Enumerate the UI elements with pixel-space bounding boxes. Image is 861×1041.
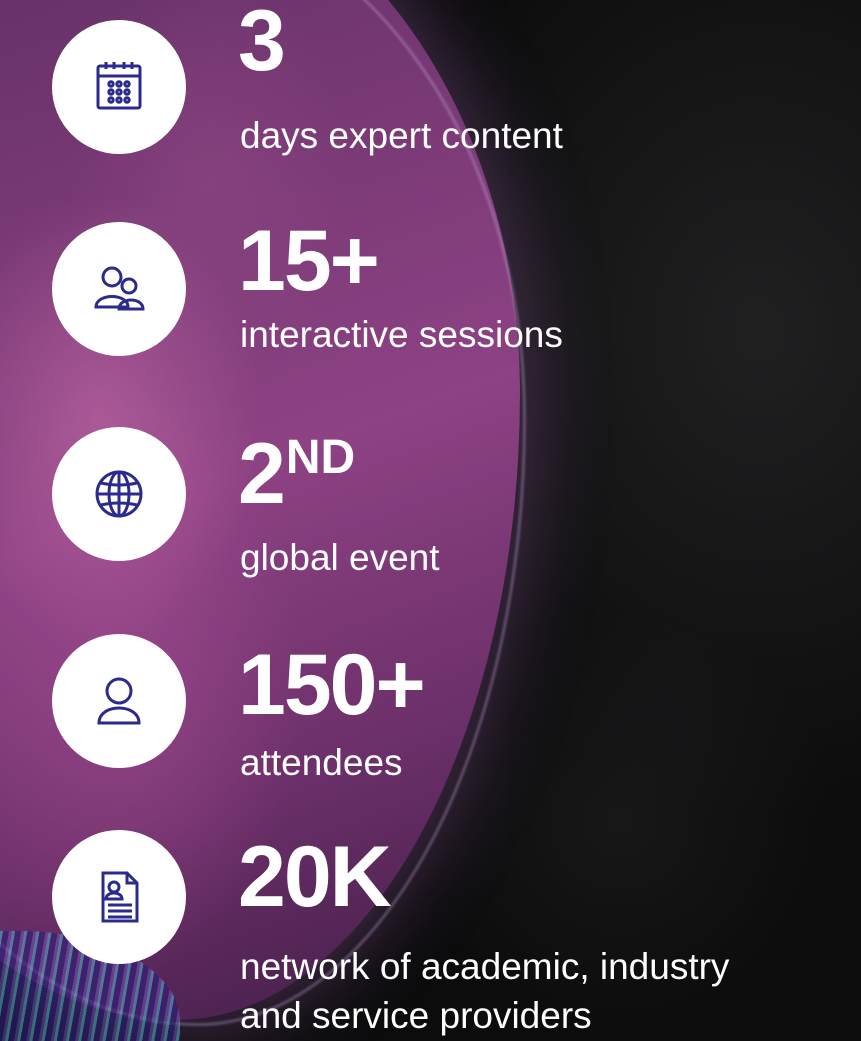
stat-value: 2ND: [238, 431, 355, 517]
globe-icon: [95, 470, 143, 518]
stat-label-line-1: network of academic, industry: [240, 946, 730, 987]
stat-network: 20K network of academic, industry and se…: [52, 829, 852, 1036]
user-icon-badge: [52, 634, 186, 768]
user-icon: [97, 677, 141, 725]
stat-value: 3: [238, 0, 286, 89]
globe-icon-badge: [52, 427, 186, 561]
id-card-icon-badge: [52, 830, 186, 964]
stat-label: days expert content: [240, 115, 563, 156]
stat-value: 15+: [238, 213, 380, 309]
stat-value: 20K: [238, 829, 392, 925]
calendar-icon-badge: [52, 20, 186, 154]
people-icon: [94, 266, 145, 311]
stat-global: 2ND global event: [52, 425, 852, 625]
stat-label: attendees: [240, 742, 403, 783]
stat-days: 3 days expert content: [52, 0, 852, 198]
stat-label: global event: [240, 537, 440, 578]
stat-value: 150+: [238, 637, 426, 733]
stat-value-number: 2: [238, 426, 286, 522]
stat-label: interactive sessions: [240, 314, 563, 355]
id-card-icon: [101, 871, 139, 923]
stat-sessions: 15+ interactive sessions: [52, 210, 852, 410]
calendar-icon: [96, 62, 142, 110]
stat-attendees: 150+ attendees: [52, 634, 852, 840]
stat-value-suffix: ND: [285, 431, 356, 484]
stat-label-line-2: and service providers: [240, 995, 592, 1036]
people-icon-badge: [52, 222, 186, 356]
